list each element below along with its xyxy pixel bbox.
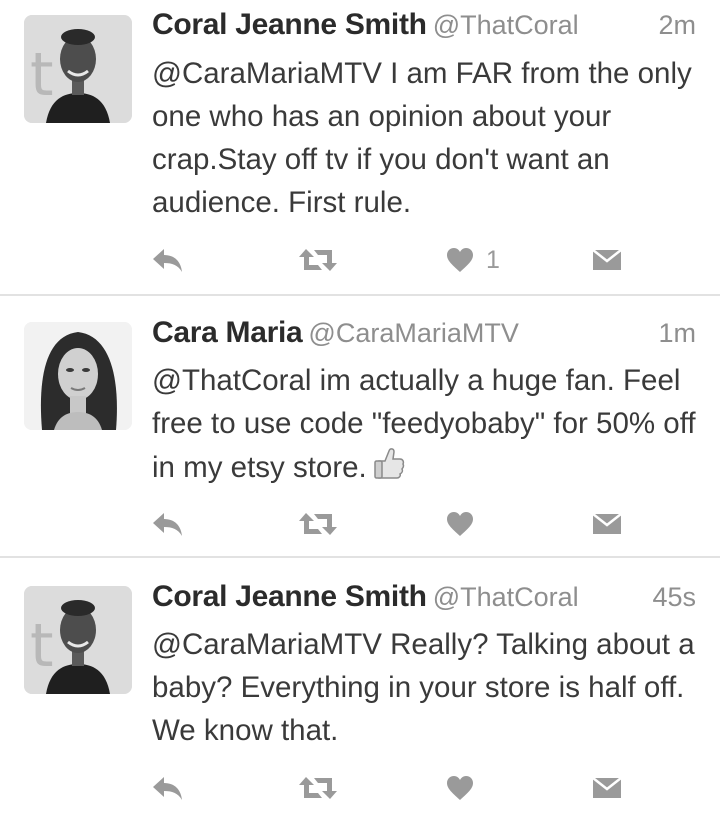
timestamp: 1m — [658, 318, 696, 348]
profile-photo-icon: t — [24, 586, 132, 694]
avatar[interactable]: t — [24, 586, 132, 694]
thumbs-up-icon — [373, 445, 405, 493]
user-handle[interactable]: @ThatCoral — [433, 582, 579, 612]
retweet-button[interactable] — [298, 240, 338, 280]
retweet-icon — [299, 513, 337, 535]
profile-photo-icon — [24, 322, 132, 430]
retweet-icon — [299, 777, 337, 799]
reply-icon — [153, 249, 182, 272]
avatar[interactable] — [24, 322, 132, 430]
reply-button[interactable] — [150, 240, 184, 280]
tweet[interactable]: t Coral Jeanne Smith @ThatCoral 2m @CaraM… — [0, 0, 720, 296]
reply-icon — [153, 513, 182, 536]
user-name[interactable]: Cara Maria — [152, 316, 303, 349]
like-button[interactable] — [446, 504, 486, 544]
tweet-text: @CaraMariaMTV Really? Talking about a ba… — [152, 628, 695, 747]
reply-icon — [153, 777, 182, 800]
user-handle[interactable]: @ThatCoral — [433, 10, 579, 40]
heart-icon — [447, 512, 473, 536]
tweet-header: Coral Jeanne Smith @ThatCoral 45s — [152, 580, 696, 620]
tweet-actions: 1 — [150, 240, 630, 280]
reply-button[interactable] — [150, 504, 184, 544]
retweet-button[interactable] — [298, 504, 338, 544]
tweet-actions — [150, 768, 630, 808]
tweet-header: Coral Jeanne Smith @ThatCoral 2m — [152, 8, 696, 48]
direct-message-button[interactable] — [592, 768, 622, 808]
tweet-actions — [150, 504, 630, 544]
heart-icon — [447, 776, 473, 800]
user-handle[interactable]: @CaraMariaMTV — [308, 318, 518, 348]
direct-message-button[interactable] — [592, 504, 622, 544]
direct-message-button[interactable] — [592, 240, 622, 280]
tweet[interactable]: t Coral Jeanne Smith @ThatCoral 45s @Cara… — [0, 558, 720, 815]
profile-photo-icon: t — [24, 15, 132, 123]
tweet-text-content: @ThatCoral im actually a huge fan. Feel … — [152, 364, 696, 484]
envelope-icon — [592, 513, 622, 534]
tweet[interactable]: Cara Maria @CaraMariaMTV 1m @ThatCoral im… — [0, 296, 720, 558]
heart-icon — [447, 248, 473, 272]
timestamp: 2m — [658, 10, 696, 40]
svg-text:t: t — [30, 40, 54, 110]
tweet-header: Cara Maria @CaraMariaMTV 1m — [152, 316, 696, 356]
like-count: 1 — [486, 245, 500, 274]
tweet-text: @ThatCoral im actually a huge fan. Feel … — [152, 359, 700, 493]
envelope-icon — [592, 777, 622, 798]
svg-text:t: t — [30, 611, 54, 681]
tweet-text: @CaraMariaMTV I am FAR from the only one… — [152, 57, 692, 219]
user-name[interactable]: Coral Jeanne Smith — [152, 580, 427, 613]
reply-button[interactable] — [150, 768, 184, 808]
retweet-button[interactable] — [298, 768, 338, 808]
retweet-icon — [299, 249, 337, 271]
timestamp: 45s — [652, 582, 696, 612]
avatar[interactable]: t — [24, 15, 132, 123]
like-button[interactable]: 1 — [446, 240, 500, 280]
envelope-icon — [592, 249, 622, 270]
like-button[interactable] — [446, 768, 486, 808]
user-name[interactable]: Coral Jeanne Smith — [152, 8, 427, 41]
